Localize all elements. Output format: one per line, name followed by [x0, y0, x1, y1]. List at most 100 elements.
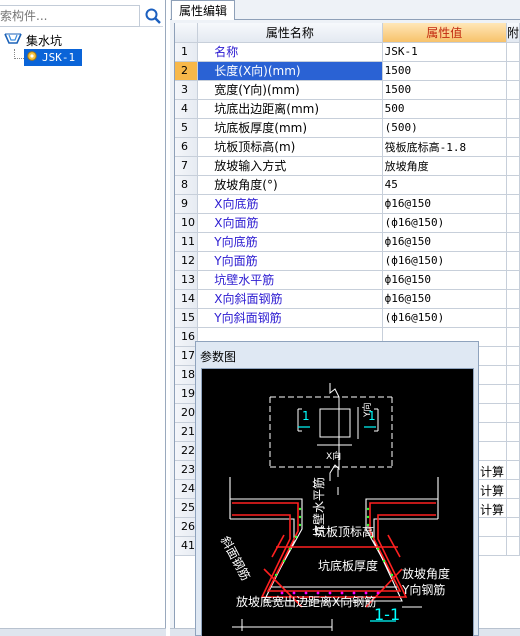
- row-number: 10: [175, 213, 199, 233]
- property-value-cell[interactable]: (ф16@150): [382, 251, 507, 271]
- property-name-cell[interactable]: 坑板顶标高(m): [197, 137, 383, 157]
- property-value-cell[interactable]: (ф16@150): [382, 308, 507, 328]
- row-number: 12: [175, 251, 199, 271]
- row-number: 3: [175, 80, 199, 100]
- extra-cell: [506, 422, 520, 442]
- property-value-cell[interactable]: ф16@150: [382, 270, 507, 290]
- header-property-name[interactable]: 属性名称: [197, 23, 383, 43]
- row-number: 15: [175, 308, 199, 328]
- y-rebar-label: Y向钢筋: [402, 583, 446, 597]
- extra-cell: [506, 270, 520, 290]
- property-value-cell[interactable]: 放坡角度: [382, 156, 507, 176]
- tree-node-sump-label: 集水坑: [26, 33, 63, 48]
- table-row[interactable]: 10 X向面筋 (ф16@150): [175, 213, 520, 233]
- search-bar: [0, 5, 163, 27]
- extra-cell: [506, 346, 520, 366]
- row-number: 2: [175, 61, 199, 81]
- table-row[interactable]: 11 Y向底筋 ф16@150: [175, 232, 520, 252]
- extra-cell: [506, 327, 520, 347]
- property-name-cell[interactable]: X向斜面钢筋: [197, 289, 383, 309]
- table-row[interactable]: 15 Y向斜面钢筋 (ф16@150): [175, 308, 520, 328]
- property-value-cell[interactable]: ф16@150: [382, 232, 507, 252]
- table-row[interactable]: 5 坑底板厚度(mm) (500): [175, 118, 520, 138]
- search-icon[interactable]: [143, 6, 163, 26]
- row-number: 5: [175, 118, 199, 138]
- extra-cell: [506, 403, 520, 423]
- property-name-cell[interactable]: Y向面筋: [197, 251, 383, 271]
- extra-cell: [506, 479, 520, 499]
- component-tree-panel: 集水坑 JSK-1: [0, 0, 166, 636]
- property-name-cell[interactable]: X向底筋: [197, 194, 383, 214]
- table-row[interactable]: 1 名称 JSK-1: [175, 42, 520, 62]
- property-name-cell[interactable]: 宽度(Y向)(mm): [197, 80, 383, 100]
- app-root: 集水坑 JSK-1 属性编辑: [0, 0, 520, 636]
- tab-property-edit[interactable]: 属性编辑: [171, 0, 235, 20]
- table-row[interactable]: 9 X向底筋 ф16@150: [175, 194, 520, 214]
- extra-cell: [506, 99, 520, 119]
- property-value-cell[interactable]: 筏板底标高-1.8: [382, 137, 507, 157]
- property-name-cell[interactable]: X向面筋: [197, 213, 383, 233]
- property-value-cell[interactable]: ф16@150: [382, 289, 507, 309]
- extra-cell: [506, 365, 520, 385]
- tree-node-jsk-1[interactable]: JSK-1: [24, 49, 82, 66]
- property-value-cell[interactable]: 1500: [382, 80, 507, 100]
- table-row[interactable]: 3 宽度(Y向)(mm) 1500: [175, 80, 520, 100]
- extra-cell: [506, 517, 520, 537]
- row-number: 6: [175, 137, 199, 157]
- extra-cell: [506, 536, 520, 556]
- table-row[interactable]: 6 坑板顶标高(m) 筏板底标高-1.8: [175, 137, 520, 157]
- property-value-cell[interactable]: (500): [382, 118, 507, 138]
- parameter-diagram-popup[interactable]: 参数图 1 1 X向 Y向 坑壁水平筋 坑板顶标高 坑底板厚度 斜面钢筋 放坡角…: [195, 341, 479, 636]
- property-name-cell[interactable]: 长度(X向)(mm): [197, 61, 383, 81]
- header-row-number: [175, 23, 199, 43]
- table-row[interactable]: 7 放坡输入方式 放坡角度: [175, 156, 520, 176]
- dim-x-label: X向: [326, 452, 342, 462]
- extra-cell: [506, 156, 520, 176]
- extra-cell: [506, 42, 520, 62]
- property-value-cell[interactable]: JSK-1: [382, 42, 507, 62]
- extra-cell: [506, 289, 520, 309]
- extra-cell: [506, 61, 520, 81]
- property-name-cell[interactable]: 放坡输入方式: [197, 156, 383, 176]
- slope-angle-label: 放坡角度: [402, 567, 451, 581]
- gear-icon: [26, 50, 38, 65]
- property-value-cell[interactable]: (ф16@150): [382, 213, 507, 233]
- table-row[interactable]: 4 坑底出边距离(mm) 500: [175, 99, 520, 119]
- property-name-cell[interactable]: Y向底筋: [197, 232, 383, 252]
- header-property-value[interactable]: 属性值: [382, 23, 507, 43]
- bottom-thickness-label: 坑底板厚度: [318, 559, 379, 573]
- popup-title: 参数图: [200, 350, 237, 364]
- property-name-cell[interactable]: Y向斜面钢筋: [197, 308, 383, 328]
- row-number: 11: [175, 232, 199, 252]
- property-value-cell[interactable]: 45: [382, 175, 507, 195]
- table-row[interactable]: 8 放坡角度(°) 45: [175, 175, 520, 195]
- row-number: 8: [175, 175, 199, 195]
- property-name-cell[interactable]: 名称: [197, 42, 383, 62]
- tree-connector: [14, 58, 24, 59]
- property-name-cell[interactable]: 坑底板厚度(mm): [197, 118, 383, 138]
- tree-node-sump[interactable]: 集水坑: [4, 31, 62, 49]
- row-number: 13: [175, 270, 199, 290]
- table-row[interactable]: 14 X向斜面钢筋 ф16@150: [175, 289, 520, 309]
- left-panel-bottom-bar: [0, 628, 166, 636]
- parameter-diagram: 1 1 X向 Y向 坑壁水平筋 坑板顶标高 坑底板厚度 斜面钢筋 放坡角度 Y向…: [201, 368, 474, 636]
- search-input[interactable]: [0, 5, 140, 27]
- table-row[interactable]: 2 长度(X向)(mm) 1500: [175, 61, 520, 81]
- extra-cell: [506, 308, 520, 328]
- top-elevation-label: 坑板顶标高: [314, 525, 375, 539]
- x-rebar-label: X向钢筋: [332, 595, 377, 609]
- property-name-cell[interactable]: 放坡角度(°): [197, 175, 383, 195]
- header-extra[interactable]: 附: [506, 23, 520, 43]
- row-number: 7: [175, 156, 199, 176]
- row-number: 9: [175, 194, 199, 214]
- property-name-cell[interactable]: 坑壁水平筋: [197, 270, 383, 290]
- property-value-cell[interactable]: ф16@150: [382, 194, 507, 214]
- table-row[interactable]: 12 Y向面筋 (ф16@150): [175, 251, 520, 271]
- property-name-cell[interactable]: 坑底出边距离(mm): [197, 99, 383, 119]
- table-row[interactable]: 13 坑壁水平筋 ф16@150: [175, 270, 520, 290]
- extra-cell: [506, 194, 520, 214]
- property-value-cell[interactable]: 500: [382, 99, 507, 119]
- extra-cell: [506, 251, 520, 271]
- property-value-cell[interactable]: 1500: [382, 61, 507, 81]
- row-number: 1: [175, 42, 199, 62]
